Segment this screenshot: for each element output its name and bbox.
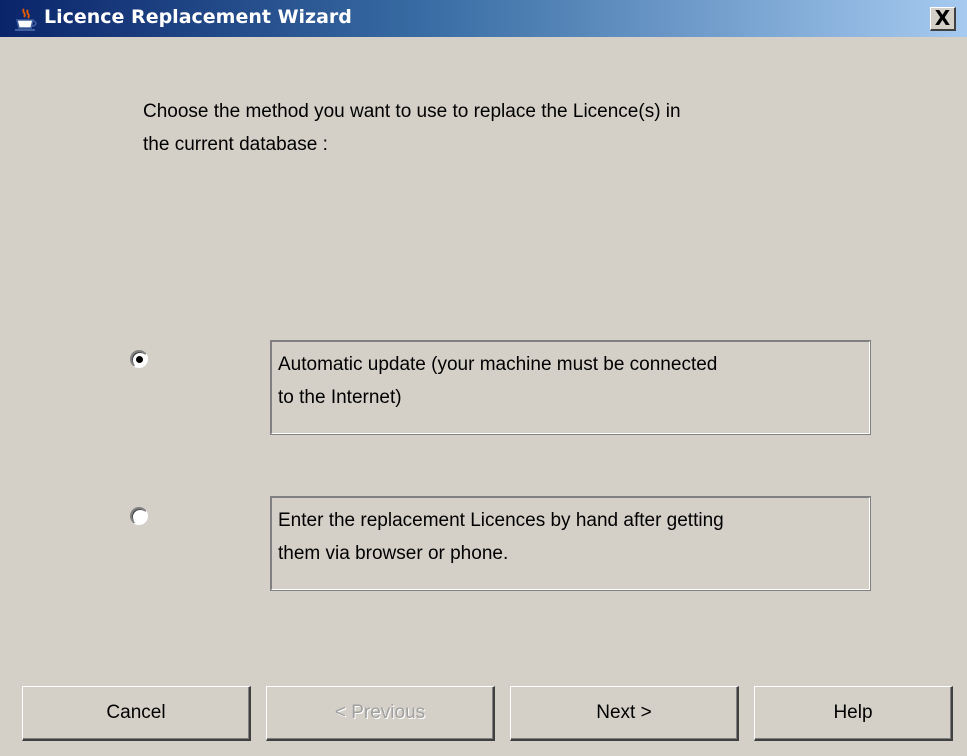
java-coffee-cup-icon: [15, 8, 37, 31]
previous-button[interactable]: < Previous: [266, 686, 495, 741]
title-bar[interactable]: Licence Replacement Wizard X: [0, 0, 967, 37]
radio-selected-dot: [136, 356, 143, 363]
manual-entry-radio[interactable]: [130, 507, 148, 525]
automatic-update-option[interactable]: Automatic update (your machine must be c…: [270, 340, 871, 435]
option-2-line-2: them via browser or phone.: [278, 543, 509, 564]
cancel-button[interactable]: Cancel: [22, 686, 251, 741]
wizard-dialog: Licence Replacement Wizard X Choose the …: [0, 0, 967, 756]
automatic-update-radio[interactable]: [130, 350, 148, 368]
next-button[interactable]: Next >: [510, 686, 739, 741]
option-1-line-2: to the Internet): [278, 387, 402, 408]
option-1-line-1: Automatic update (your machine must be c…: [278, 354, 718, 375]
instruction-text: Choose the method you want to use to rep…: [143, 95, 843, 161]
instruction-line-2: the current database :: [143, 134, 328, 155]
option-2-line-1: Enter the replacement Licences by hand a…: [278, 510, 724, 531]
close-icon: X: [934, 6, 951, 30]
manual-entry-option[interactable]: Enter the replacement Licences by hand a…: [270, 496, 871, 591]
close-button[interactable]: X: [930, 7, 956, 31]
window-title: Licence Replacement Wizard: [44, 6, 352, 28]
instruction-line-1: Choose the method you want to use to rep…: [143, 101, 681, 122]
help-button[interactable]: Help: [754, 686, 953, 741]
